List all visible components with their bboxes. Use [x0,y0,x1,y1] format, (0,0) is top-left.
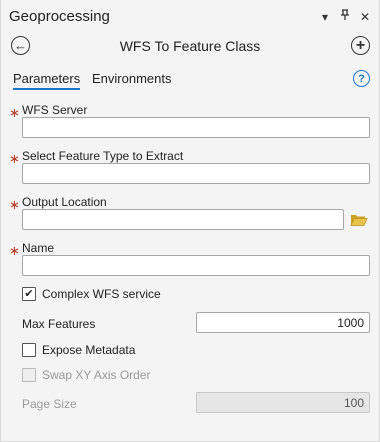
wfs-server-label: WFS Server [22,103,88,117]
pane-titlebar: Geoprocessing ▾ ✕ [1,0,379,34]
name-input[interactable] [22,255,370,276]
pane-title: Geoprocessing [9,8,110,25]
swap-xy-label: Swap XY Axis Order [42,368,151,382]
tool-tabs: Parameters Environments ? [1,68,379,90]
complex-wfs-checkbox[interactable]: ✔ [22,287,36,301]
titlebar-controls: ▾ ✕ [319,9,371,24]
expose-metadata-checkbox[interactable] [22,343,36,357]
required-marker: ∗ [9,197,20,212]
folder-browse-icon[interactable] [350,213,368,227]
feature-type-label: Select Feature Type to Extract [22,149,184,163]
pane-options-icon[interactable]: ▾ [319,10,331,24]
required-marker: ∗ [9,151,20,166]
feature-type-input[interactable] [22,163,370,184]
tool-title: WFS To Feature Class [119,38,261,54]
tab-parameters[interactable]: Parameters [13,71,81,90]
parameters-panel: ∗ WFS Server ∗ Select Feature Type to Ex… [1,92,379,442]
page-size-label: Page Size [22,397,77,411]
expose-metadata-label: Expose Metadata [42,343,136,357]
complex-wfs-label: Complex WFS service [42,287,161,301]
required-marker: ∗ [9,243,20,258]
output-location-label: Output Location [22,195,107,209]
close-icon[interactable]: ✕ [359,10,371,24]
pin-icon[interactable] [339,9,351,24]
tool-header: ← WFS To Feature Class + [1,34,379,60]
max-features-label: Max Features [22,317,96,331]
required-marker: ∗ [9,105,20,120]
plus-icon: + [355,36,366,54]
swap-xy-checkbox[interactable] [22,368,36,382]
add-tool-button[interactable]: + [351,36,370,55]
output-location-input[interactable] [22,209,344,230]
max-features-input[interactable]: 1000 [196,312,370,333]
help-icon[interactable]: ? [353,70,370,87]
tab-environments[interactable]: Environments [92,71,171,86]
wfs-server-input[interactable] [22,117,370,138]
name-label: Name [22,241,55,255]
geoprocessing-pane: Geoprocessing ▾ ✕ ← WFS To Feature Class… [0,0,380,442]
page-size-input[interactable]: 100 [196,392,370,413]
